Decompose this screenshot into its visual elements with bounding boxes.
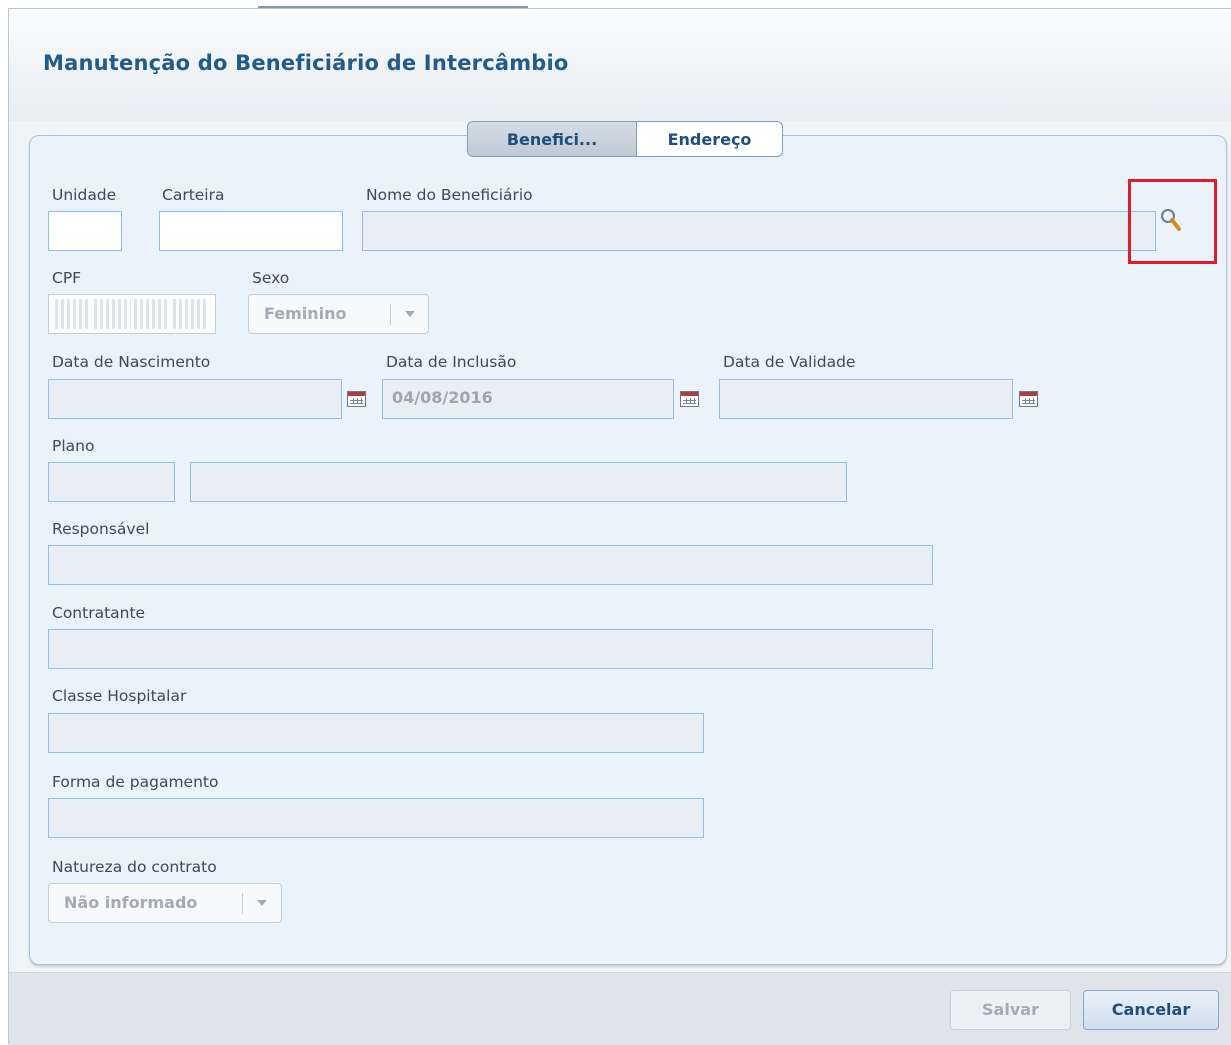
calendar-icon[interactable] — [1019, 391, 1038, 407]
plano-label: Plano — [52, 437, 95, 455]
unidade-label: Unidade — [52, 186, 117, 204]
beneficiary-dialog: Manutenção do Beneficiário de Intercâmbi… — [8, 8, 1231, 1045]
chevron-down-icon — [405, 311, 415, 317]
cpf-input[interactable] — [48, 294, 216, 334]
responsavel-label: Responsável — [52, 520, 150, 538]
calendar-icon[interactable] — [680, 391, 699, 407]
nome-beneficiario-input[interactable] — [362, 211, 1156, 251]
chevron-down-icon — [257, 900, 267, 906]
forma-pagamento-input[interactable] — [48, 798, 704, 838]
form-panel: Unidade Carteira Nome do Beneficiário CP… — [29, 135, 1227, 965]
dialog-footer: Salvar Cancelar — [9, 972, 1231, 1045]
tab-endereco[interactable]: Endereço — [637, 121, 783, 157]
sexo-label: Sexo — [252, 269, 290, 287]
carteira-input[interactable] — [159, 211, 343, 251]
sexo-select[interactable]: Feminino — [248, 294, 429, 334]
data-validade-input[interactable] — [719, 379, 1013, 419]
contratante-input[interactable] — [48, 629, 933, 669]
tab-bar: Benefici... Endereço — [467, 121, 783, 159]
salvar-button[interactable]: Salvar — [950, 990, 1071, 1030]
data-inclusao-input[interactable]: 04/08/2016 — [382, 379, 674, 419]
natureza-contrato-select[interactable]: Não informado — [48, 883, 282, 923]
contratante-label: Contratante — [52, 604, 146, 622]
calendar-icon[interactable] — [347, 391, 366, 407]
classe-hospitalar-input[interactable] — [48, 713, 704, 753]
data-nascimento-input[interactable] — [48, 379, 342, 419]
responsavel-input[interactable] — [48, 545, 933, 585]
data-validade-label: Data de Validade — [723, 353, 856, 371]
classe-hospitalar-label: Classe Hospitalar — [52, 687, 187, 705]
carteira-label: Carteira — [162, 186, 225, 204]
tab-beneficiario[interactable]: Benefici... — [467, 121, 637, 157]
data-nascimento-label: Data de Nascimento — [52, 353, 211, 371]
cpf-mask — [55, 299, 209, 329]
nome-beneficiario-label: Nome do Beneficiário — [366, 186, 533, 204]
plano-code-input[interactable] — [48, 462, 175, 502]
top-edge-hint — [258, 0, 528, 8]
unidade-input[interactable] — [48, 211, 122, 251]
cancelar-button[interactable]: Cancelar — [1083, 990, 1219, 1030]
data-inclusao-label: Data de Inclusão — [386, 353, 517, 371]
natureza-contrato-label: Natureza do contrato — [52, 858, 217, 876]
cpf-label: CPF — [52, 269, 82, 287]
dialog-header: Manutenção do Beneficiário de Intercâmbi… — [9, 9, 1231, 121]
forma-pagamento-label: Forma de pagamento — [52, 773, 219, 791]
highlight-box — [1128, 179, 1217, 264]
dialog-title: Manutenção do Beneficiário de Intercâmbi… — [43, 51, 569, 75]
plano-description-input[interactable] — [190, 462, 847, 502]
